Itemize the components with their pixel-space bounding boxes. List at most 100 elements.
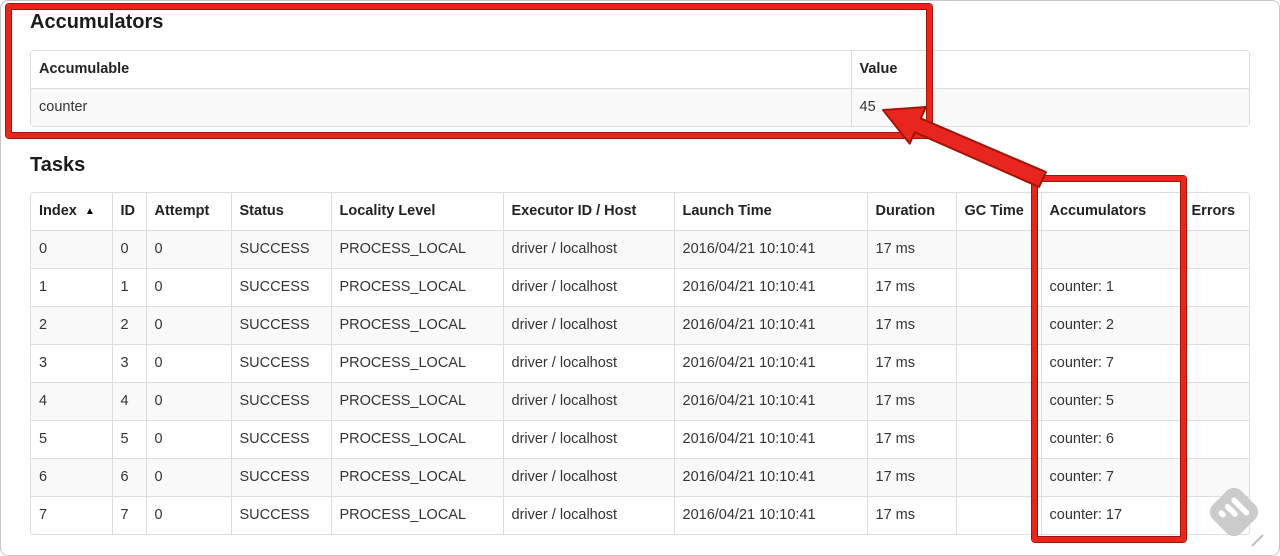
table-cell: 2016/04/21 10:10:41 <box>673 306 867 345</box>
table-cell <box>955 268 1041 307</box>
table-cell: 3 <box>111 344 146 383</box>
table-row: 5 5 0 SUCCESS PROCESS_LOCAL driver / localhos… <box>31 420 1249 459</box>
table-cell: 17 ms <box>866 268 956 307</box>
column-header-errors[interactable]: Errors <box>1182 193 1249 231</box>
table-cell: driver / localhost <box>502 306 674 345</box>
table-cell: SUCCESS <box>230 496 331 534</box>
column-header-value: Value <box>850 51 1249 89</box>
column-header-status[interactable]: Status <box>230 193 331 231</box>
table-cell: driver / localhost <box>502 382 674 421</box>
column-header-index-label: Index <box>39 203 77 219</box>
table-cell <box>955 306 1041 345</box>
table-cell <box>955 382 1041 421</box>
table-cell <box>1182 268 1249 307</box>
table-row: 1 1 0 SUCCESS PROCESS_LOCAL driver / localhos… <box>31 268 1249 307</box>
column-header-index[interactable]: Index ▲ <box>31 193 112 231</box>
accumulators-table: Accumulable Value counter 45 <box>31 51 1249 126</box>
table-cell: 17 ms <box>866 458 956 497</box>
table-cell: 2016/04/21 10:10:41 <box>673 420 867 459</box>
column-header-duration[interactable]: Duration <box>866 193 956 231</box>
table-cell: SUCCESS <box>230 230 331 269</box>
column-header-accumulators[interactable]: Accumulators <box>1040 193 1183 231</box>
table-row: 7 7 0 SUCCESS PROCESS_LOCAL driver / localhos… <box>31 496 1249 534</box>
table-cell: 0 <box>145 268 231 307</box>
table-cell: 2016/04/21 10:10:41 <box>673 382 867 421</box>
table-cell: PROCESS_LOCAL <box>330 420 503 459</box>
table-cell: SUCCESS <box>230 382 331 421</box>
table-cell: 0 <box>145 420 231 459</box>
table-cell: 7 <box>111 496 146 534</box>
table-cell: PROCESS_LOCAL <box>330 268 503 307</box>
table-header-row: Index ▲ ID Attempt Status Locality Level … <box>31 193 1249 231</box>
table-row: counter 45 <box>31 88 1249 126</box>
column-header-id[interactable]: ID <box>111 193 146 231</box>
table-cell: 2 <box>31 306 112 345</box>
table-cell <box>1182 458 1249 497</box>
table-cell <box>1040 230 1183 269</box>
table-cell <box>955 420 1041 459</box>
table-cell: 1 <box>111 268 146 307</box>
table-cell: 17 ms <box>866 344 956 383</box>
table-cell <box>1182 230 1249 269</box>
table-cell <box>955 496 1041 534</box>
table-cell: SUCCESS <box>230 458 331 497</box>
column-header-attempt[interactable]: Attempt <box>145 193 231 231</box>
tasks-table-wrap: Index ▲ ID Attempt Status Locality Level … <box>30 192 1250 535</box>
table-cell: 0 <box>145 230 231 269</box>
table-cell: 0 <box>31 230 112 269</box>
table-cell: counter <box>31 88 851 126</box>
table-cell: 0 <box>111 230 146 269</box>
table-cell: PROCESS_LOCAL <box>330 344 503 383</box>
table-cell: counter: 6 <box>1040 420 1183 459</box>
table-cell: 17 ms <box>866 420 956 459</box>
table-cell: 6 <box>111 458 146 497</box>
table-cell: PROCESS_LOCAL <box>330 306 503 345</box>
column-header-executor-id-host[interactable]: Executor ID / Host <box>502 193 674 231</box>
table-cell: 2016/04/21 10:10:41 <box>673 458 867 497</box>
table-cell: counter: 2 <box>1040 306 1183 345</box>
tasks-section: Tasks Index ▲ ID Attempt Status Locality … <box>0 153 1280 535</box>
table-cell: 6 <box>31 458 112 497</box>
table-cell <box>1182 306 1249 345</box>
spark-stage-page: Accumulators Accumulable Value counter 45… <box>0 0 1280 535</box>
table-cell: PROCESS_LOCAL <box>330 458 503 497</box>
tasks-heading: Tasks <box>30 154 86 176</box>
table-row: 6 6 0 SUCCESS PROCESS_LOCAL driver / localhos… <box>31 458 1249 497</box>
accumulators-section: Accumulators Accumulable Value counter 45 <box>0 0 1280 127</box>
sort-ascending-icon: ▲ <box>84 206 95 217</box>
table-cell: driver / localhost <box>502 496 674 534</box>
column-header-gc-time[interactable]: GC Time <box>955 193 1041 231</box>
table-cell: 0 <box>145 496 231 534</box>
column-header-locality-level[interactable]: Locality Level <box>330 193 503 231</box>
table-cell: SUCCESS <box>230 268 331 307</box>
table-row: 3 3 0 SUCCESS PROCESS_LOCAL driver / localhos… <box>31 344 1249 383</box>
table-cell <box>955 344 1041 383</box>
table-cell: 17 ms <box>866 382 956 421</box>
table-cell: 0 <box>145 458 231 497</box>
table-cell: 2016/04/21 10:10:41 <box>673 230 867 269</box>
table-cell: counter: 7 <box>1040 344 1183 383</box>
table-cell: 5 <box>31 420 112 459</box>
table-cell: 0 <box>145 344 231 383</box>
tasks-table: Index ▲ ID Attempt Status Locality Level … <box>31 193 1249 534</box>
table-cell: 17 ms <box>866 306 956 345</box>
table-cell: counter: 17 <box>1040 496 1183 534</box>
table-cell: 2016/04/21 10:10:41 <box>673 496 867 534</box>
table-cell: PROCESS_LOCAL <box>330 496 503 534</box>
table-header-row: Accumulable Value <box>31 51 1249 89</box>
table-cell: counter: 1 <box>1040 268 1183 307</box>
table-cell <box>1182 496 1249 534</box>
table-cell: 45 <box>850 88 1249 126</box>
table-cell: PROCESS_LOCAL <box>330 230 503 269</box>
table-row: 4 4 0 SUCCESS PROCESS_LOCAL driver / localhos… <box>31 382 1249 421</box>
table-cell <box>1182 344 1249 383</box>
table-cell <box>955 230 1041 269</box>
table-cell: 4 <box>111 382 146 421</box>
table-cell: driver / localhost <box>502 420 674 459</box>
table-cell <box>1182 382 1249 421</box>
table-cell: 1 <box>31 268 112 307</box>
table-cell: 2016/04/21 10:10:41 <box>673 268 867 307</box>
column-header-launch-time[interactable]: Launch Time <box>673 193 867 231</box>
table-cell: 3 <box>31 344 112 383</box>
table-row: 2 2 0 SUCCESS PROCESS_LOCAL driver / localhos… <box>31 306 1249 345</box>
